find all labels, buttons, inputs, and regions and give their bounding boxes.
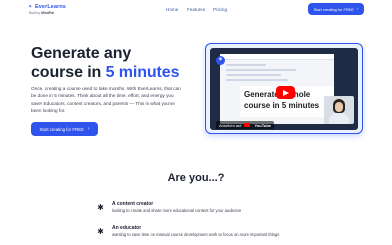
arrow-right-icon: ›: [87, 126, 90, 132]
audience-item-description: looking to create and share more educati…: [112, 208, 242, 213]
audience-item-educator: ✱ An educator wanting to save time on ma…: [96, 225, 356, 239]
audience-item-title: An educator: [112, 225, 142, 231]
top-bar: ✶ EverLearns Built by MindPal Home Featu…: [0, 0, 392, 20]
sparkle-icon: ✱: [97, 203, 104, 212]
hero-title: Generate any course in 5 minutes: [31, 44, 179, 82]
nav-pricing[interactable]: Pricing: [213, 7, 227, 12]
channel-avatar-icon[interactable]: ✶: [216, 56, 225, 65]
audience-heading: Are you...?: [167, 172, 225, 184]
arrow-right-icon: ›: [356, 6, 359, 11]
youtube-logo-icon: [244, 123, 251, 127]
nav-features[interactable]: Features: [187, 7, 205, 12]
presenter-video: [324, 96, 354, 124]
nav-home[interactable]: Home: [166, 7, 178, 12]
hero-title-line2-prefix: course in: [31, 64, 102, 81]
audience-item-title: A content creator: [112, 201, 154, 207]
watch-on-youtube[interactable]: Ansehen auf YouTube: [216, 121, 274, 129]
sparkle-icon: ✱: [97, 227, 104, 236]
header-cta-button[interactable]: Start creating for FREE ›: [308, 3, 364, 15]
watch-on-label: Ansehen auf: [219, 122, 242, 128]
header-cta-label: Start creating for FREE: [313, 6, 354, 12]
hero-description: Once, creating a course used to take mon…: [31, 86, 181, 113]
audience-item-content-creator: ✱ A content creator looking to create an…: [96, 201, 356, 215]
hero-cta-label: Start creating for FREE: [39, 126, 84, 132]
hero-title-line1: Generate any: [31, 45, 132, 62]
video-player[interactable]: ✶ Generate a whole course in 5 minutes A…: [210, 48, 358, 130]
audience-item-description: wanting to save time on manual course de…: [112, 232, 280, 237]
hero-title-accent: 5 minutes: [105, 64, 180, 81]
youtube-label: YouTube: [254, 122, 271, 128]
play-icon[interactable]: [276, 86, 295, 99]
hero-cta-button[interactable]: Start creating for FREE ›: [31, 122, 98, 136]
video-embed[interactable]: ✶ Generate a whole course in 5 minutes A…: [205, 43, 363, 134]
